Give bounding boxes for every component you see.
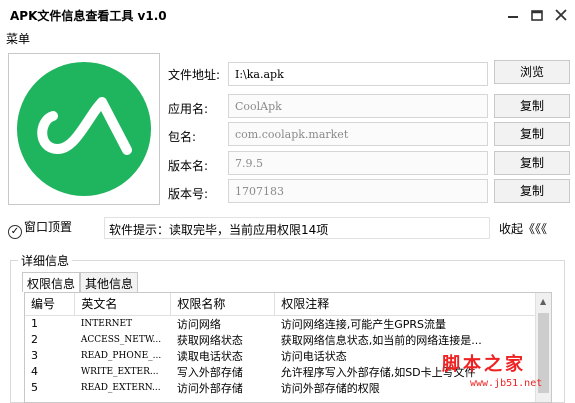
cell-permission-name: 访问外部存储: [176, 381, 243, 395]
copy-package-button[interactable]: 复制: [494, 122, 570, 146]
minimize-icon[interactable]: [502, 5, 524, 25]
watermark-text: 脚本之家: [442, 354, 526, 375]
column-header-permission-note[interactable]: 权限注释: [274, 293, 537, 316]
cell-english-name: READ_PHONE_...: [80, 350, 162, 361]
maximize-icon[interactable]: [526, 5, 548, 25]
menu-item[interactable]: 菜单: [6, 32, 30, 46]
menu-bar: 菜单: [6, 30, 30, 47]
file-path-field[interactable]: I:\ka.apk: [228, 62, 488, 86]
tab-other-info[interactable]: 其他信息: [80, 272, 139, 292]
check-icon: ✓: [8, 225, 22, 239]
column-header-permission-name[interactable]: 权限名称: [170, 293, 276, 316]
browse-button[interactable]: 浏览: [494, 60, 570, 84]
details-group-title: 详细信息: [18, 252, 73, 269]
collapse-link[interactable]: 收起《《《: [499, 220, 547, 237]
table-header-row: 编号 英文名 权限名称 权限注释: [25, 293, 537, 316]
column-header-number[interactable]: 编号: [25, 293, 76, 316]
watermark-url: www.jb51.net: [470, 378, 543, 389]
cell-english-name: INTERNET: [80, 318, 133, 329]
window-topmost-checkbox[interactable]: ✓ 窗口顶置: [8, 218, 73, 239]
cell-english-name: ACCESS_NETW...: [80, 334, 162, 345]
close-icon[interactable]: [550, 5, 572, 25]
column-header-english-name[interactable]: 英文名: [74, 293, 172, 316]
app-icon-panel: [8, 53, 160, 205]
package-label: 包名:: [168, 130, 197, 144]
cell-number: 2: [31, 333, 38, 346]
copy-app-name-button[interactable]: 复制: [494, 94, 570, 118]
file-path-label: 文件地址:: [168, 68, 221, 82]
cell-permission-note: 获取网络信息状态,如当前的网络连接是...: [280, 333, 482, 347]
status-tip: 软件提示：读取完毕，当前应用权限14项: [104, 217, 490, 239]
copy-version-code-button[interactable]: 复制: [494, 179, 570, 203]
tab-permissions[interactable]: 权限信息: [22, 272, 81, 292]
title-bar: APK文件信息查看工具 v1.0: [0, 0, 575, 30]
cell-number: 4: [31, 365, 38, 378]
app-name-label: 应用名:: [168, 102, 209, 116]
table-row[interactable]: 2 ACCESS_NETW... 获取网络状态 获取网络信息状态,如当前的网络连…: [25, 332, 537, 348]
cell-number: 3: [31, 349, 38, 362]
status-tip-text: 软件提示：读取完毕，当前应用权限14项: [109, 223, 329, 237]
cell-number: 5: [31, 381, 38, 394]
cell-permission-name: 读取电话状态: [176, 349, 243, 363]
cell-english-name: READ_EXTERN...: [80, 382, 161, 393]
package-field[interactable]: com.coolapk.market: [228, 122, 488, 146]
copy-version-name-button[interactable]: 复制: [494, 151, 570, 175]
coolapk-logo-icon: [17, 62, 151, 196]
version-name-field[interactable]: 7.9.5: [228, 151, 488, 175]
cell-permission-note: 访问网络连接,可能产生GPRS流量: [280, 317, 446, 331]
version-name-label: 版本名:: [168, 159, 209, 173]
app-name-field[interactable]: CoolApk: [228, 94, 488, 118]
table-row[interactable]: 1 INTERNET 访问网络 访问网络连接,可能产生GPRS流量: [25, 315, 537, 332]
table-row[interactable]: 5 READ_EXTERN... 访问外部存储 访问外部存储的权限: [25, 380, 537, 396]
version-code-field[interactable]: 1707183: [228, 179, 488, 203]
cell-english-name: WRITE_EXTER...: [80, 366, 159, 377]
version-code-label: 版本号:: [168, 187, 209, 201]
cell-permission-name: 写入外部存储: [176, 365, 243, 379]
cell-number: 1: [31, 317, 38, 330]
window-title: APK文件信息查看工具 v1.0: [10, 9, 167, 23]
cell-permission-name: 访问网络: [176, 317, 221, 331]
cell-permission-name: 获取网络状态: [176, 333, 243, 347]
scroll-up-icon[interactable]: ▲: [540, 297, 546, 306]
window-topmost-label: 窗口顶置: [24, 220, 73, 234]
